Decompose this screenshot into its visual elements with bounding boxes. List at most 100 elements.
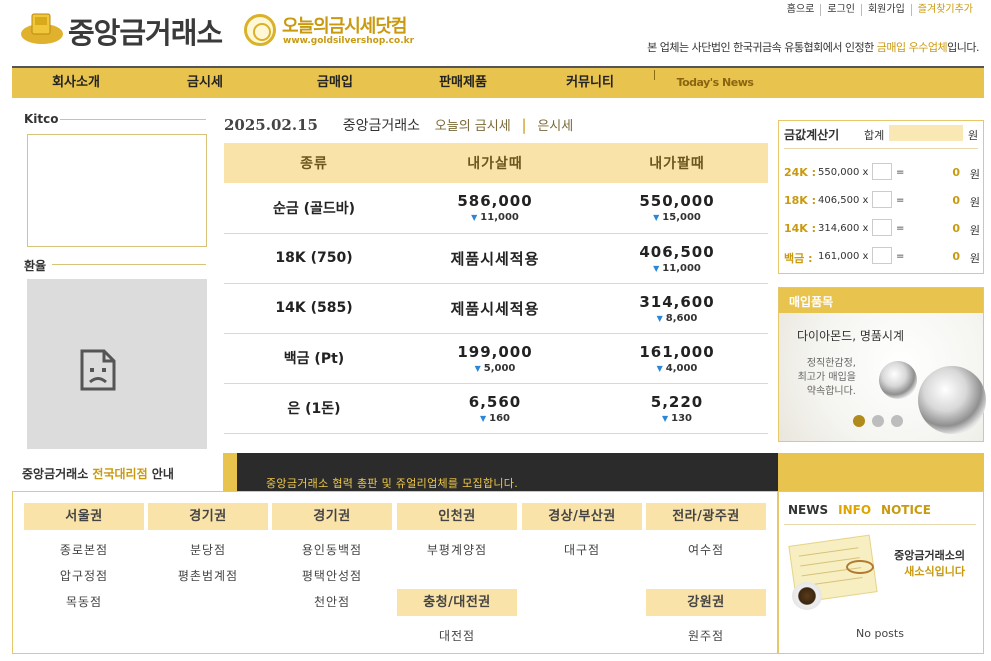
col-type: 종류 — [224, 143, 404, 183]
shop-name[interactable]: 오늘의금시세닷컴 — [282, 12, 407, 38]
slider-dot[interactable] — [872, 415, 884, 427]
no-posts-text: No posts — [856, 627, 904, 640]
branch-link[interactable]: 천안점 — [272, 593, 392, 610]
nav-gold-buy[interactable]: 금매입 — [270, 68, 400, 98]
branch-link[interactable]: 평촌범계점 — [148, 567, 268, 584]
recruit-banner-text: 중앙금거래소 협력 총판 및 쥬얼리업체를 모집합니다. — [266, 477, 519, 490]
sell-cell: 550,00015,000 — [586, 183, 768, 234]
buy-cell: 586,00011,000 — [404, 183, 586, 234]
region-gyeonggi-2: 경기권 — [272, 503, 392, 530]
signup-link[interactable]: 회원가입 — [860, 4, 911, 16]
tab-news[interactable]: NEWS — [788, 503, 828, 517]
qty-input-14k[interactable] — [872, 219, 892, 236]
branch-link[interactable]: 대구점 — [522, 541, 642, 558]
branch-link[interactable]: 목동점 — [24, 593, 144, 610]
nav-products[interactable]: 판매제품 — [400, 68, 526, 98]
login-link[interactable]: 로그인 — [820, 4, 861, 16]
buy-cell: 제품시세적용 — [404, 233, 586, 284]
branch-link[interactable]: 용인동백점 — [272, 541, 392, 558]
buy-items-headline: 다이아몬드, 명품시계 — [797, 329, 904, 343]
region-gangwon: 강원권 — [646, 589, 766, 616]
tab-notice[interactable]: NOTICE — [881, 503, 931, 517]
buy-cell: 제품시세적용 — [404, 283, 586, 334]
price-table: 종류 내가살때 내가팔때 순금 (골드바) 586,00011,000 550,… — [224, 143, 768, 434]
table-row: 은 (1돈) 6,560160 5,220130 — [224, 383, 768, 434]
diamond-icon — [879, 361, 917, 399]
calculator-title: 금값계산기 — [784, 128, 840, 142]
calc-row-14k: 14K :314,600 x = 0 원 — [784, 218, 980, 238]
news-divider — [784, 524, 976, 525]
branch-link[interactable]: 종로본점 — [24, 541, 144, 558]
sell-cell: 161,0004,000 — [586, 333, 768, 384]
nav-community[interactable]: 커뮤니티 — [526, 68, 654, 98]
branch-link[interactable]: 평택안성점 — [272, 567, 392, 584]
buy-items-description: 정직한감정, 최고가 매입을 약속합니다. — [797, 358, 856, 397]
sell-cell: 406,50011,000 — [586, 233, 768, 284]
region-gyeongsang: 경상/부산권 — [522, 503, 642, 530]
sell-change: 4,000 — [586, 363, 768, 374]
branch-link[interactable]: 압구정점 — [24, 567, 144, 584]
bookmark-link[interactable]: 즐겨찾기추가 — [910, 4, 979, 16]
branch-link[interactable]: 부평계양점 — [397, 541, 517, 558]
calculator-total-label: 합계 — [864, 129, 885, 142]
calc-row-24k: 24K :550,000 x = 0 원 — [784, 162, 980, 182]
exchange-rate-title: 환율 — [24, 259, 47, 273]
price-table-header: 종류 내가살때 내가팔때 — [224, 143, 768, 183]
buy-cell: 6,560160 — [404, 383, 586, 434]
gold-price-link[interactable]: 오늘의 금시세 — [435, 119, 511, 134]
col-sell: 내가팔때 — [586, 143, 768, 183]
row-name: 순금 (골드바) — [224, 183, 404, 234]
certification-text: 본 업체는 사단법인 한국귀금속 유통협회에서 인정한 금매입 우수업체입니다. — [647, 41, 979, 54]
region-incheon: 인천권 — [397, 503, 517, 530]
slider-dot[interactable] — [891, 415, 903, 427]
silver-price-link[interactable]: 은시세 — [537, 119, 573, 134]
price-date: 2025.02.15 — [224, 116, 318, 134]
row-name: 18K (750) — [224, 233, 404, 284]
row-name: 은 (1돈) — [224, 383, 404, 434]
shop-seal-icon — [244, 14, 276, 46]
link-separator: | — [521, 116, 527, 134]
sell-change: 15,000 — [586, 212, 768, 223]
sell-change: 8,600 — [586, 313, 768, 324]
kitco-divider — [60, 119, 206, 120]
table-row: 백금 (Pt) 199,0005,000 161,0004,000 — [224, 333, 768, 384]
calculator-divider — [784, 148, 978, 149]
buy-change: 160 — [404, 413, 586, 424]
buy-change: 5,000 — [404, 363, 586, 374]
branch-link[interactable]: 원주점 — [646, 627, 766, 644]
price-company: 중앙금거래소 — [342, 118, 421, 134]
branch-link[interactable]: 분당점 — [148, 541, 268, 558]
row-name: 백금 (Pt) — [224, 333, 404, 384]
calc-row-18k: 18K :406,500 x = 0 원 — [784, 190, 980, 210]
region-jeolla: 전라/광주권 — [646, 503, 766, 530]
branch-link[interactable]: 대전점 — [397, 627, 517, 644]
tab-info[interactable]: INFO — [838, 503, 871, 517]
news-intro: 중앙금거래소의 새소식입니다 — [894, 549, 965, 578]
nav-gold-price[interactable]: 금시세 — [140, 68, 270, 98]
sell-cell: 314,6008,600 — [586, 283, 768, 334]
qty-input-24k[interactable] — [872, 163, 892, 180]
nav-company[interactable]: 회사소개 — [12, 68, 140, 98]
region-seoul: 서울권 — [24, 503, 144, 530]
banner-accent-left — [223, 453, 237, 492]
qty-input-platinum[interactable] — [872, 247, 892, 264]
sell-change: 11,000 — [586, 263, 768, 274]
calculator-total-field — [889, 125, 963, 141]
glasses-icon — [846, 560, 874, 574]
kitco-chart-box — [27, 134, 207, 247]
branch-guide-title[interactable]: 중앙금거래소 전국대리점 안내 — [22, 465, 174, 482]
sell-change: 130 — [586, 413, 768, 424]
gold-bar-logo-icon — [21, 13, 63, 44]
slider-dots — [853, 415, 903, 427]
col-buy: 내가살때 — [404, 143, 586, 183]
top-links: 홈으로 로그인 회원가입 즐겨찾기추가 — [781, 4, 979, 16]
sell-cell: 5,220130 — [586, 383, 768, 434]
qty-input-18k[interactable] — [872, 191, 892, 208]
slider-dot[interactable] — [853, 415, 865, 427]
home-link[interactable]: 홈으로 — [781, 4, 821, 16]
site-logo-text[interactable]: 중앙금거래소 — [68, 10, 223, 52]
buy-cell: 199,0005,000 — [404, 333, 586, 384]
nav-todays-news[interactable]: Today's News — [655, 68, 775, 98]
shop-url[interactable]: www.goldsilvershop.co.kr — [283, 36, 414, 46]
branch-link[interactable]: 여수점 — [646, 541, 766, 558]
